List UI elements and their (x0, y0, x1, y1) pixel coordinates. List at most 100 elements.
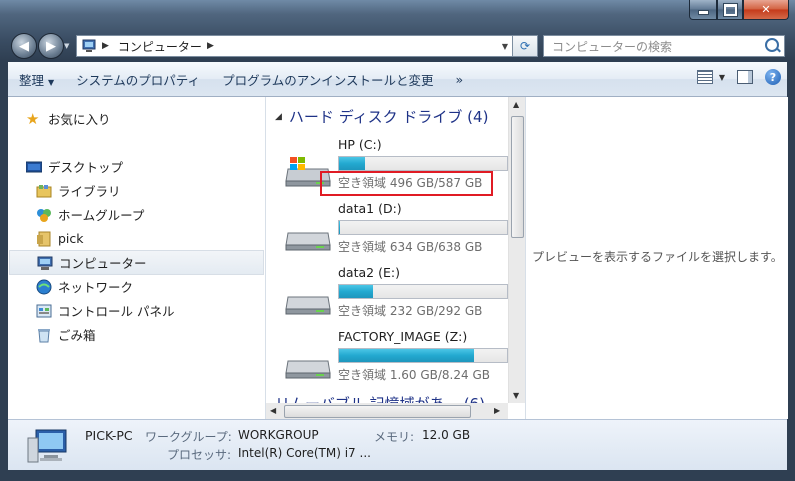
computer-icon (82, 39, 96, 52)
chevron-down-icon: ▼ (718, 72, 725, 82)
search-icon[interactable] (765, 38, 779, 52)
sidebar-item-label: ホームグループ (58, 208, 145, 223)
memory-value: 12.0 GB (422, 428, 471, 442)
usage-fill (339, 157, 366, 170)
drive-name: data1 (D:) (338, 201, 402, 216)
drive-usage-bar (338, 156, 508, 171)
user-folder-icon (36, 231, 52, 247)
sidebar-item-pick[interactable]: pick (36, 227, 256, 250)
hard-disk-group-header[interactable]: ◢ ハード ディスク ドライブ (4) (275, 106, 488, 127)
recycle-bin-icon (36, 327, 52, 343)
organize-menu[interactable]: 整理 ▼ (8, 70, 65, 89)
computer-icon (27, 429, 67, 463)
library-icon (36, 183, 52, 199)
address-dropdown-icon[interactable]: ▼ (502, 42, 508, 51)
breadcrumb-separator-icon[interactable]: ▶ (207, 41, 214, 51)
processor-value: Intel(R) Core(TM) i7 ... (238, 446, 371, 460)
view-options-icon (696, 70, 713, 84)
sidebar-item-library[interactable]: ライブラリ (36, 179, 256, 202)
back-button[interactable]: ◀ (11, 33, 37, 59)
minimize-button[interactable] (689, 0, 717, 20)
details-pane: PICK-PC ワークグループ: WORKGROUP メモリ: 12.0 GB … (8, 419, 787, 470)
breadcrumb-computer[interactable]: コンピューター (118, 38, 202, 55)
drive-z[interactable]: FACTORY_IMAGE (Z:) 空き領域 1.60 GB/8.24 GB (276, 329, 508, 393)
help-button[interactable]: ? (765, 69, 781, 85)
address-bar[interactable]: ▶ コンピューター ▶ ▼ (76, 35, 513, 57)
sidebar-item-control-panel[interactable]: コントロール パネル (36, 299, 256, 322)
scroll-down-icon[interactable]: ▼ (513, 391, 519, 400)
change-view-button[interactable]: ▼ (696, 70, 725, 84)
workgroup-label: ワークグループ: (145, 430, 232, 444)
back-arrow-icon: ◀ (19, 38, 29, 54)
refresh-button[interactable]: ⟳ (512, 35, 538, 57)
network-icon (36, 279, 52, 295)
collapse-icon[interactable]: ◢ (275, 112, 282, 122)
chevron-down-icon: ▼ (48, 77, 55, 87)
sidebar-item-desktop[interactable]: デスクトップ (25, 155, 256, 178)
drive-name: HP (C:) (338, 137, 382, 152)
control-panel-icon (36, 303, 52, 319)
drive-free-space: 空き領域 634 GB/638 GB (338, 240, 483, 254)
scroll-right-icon[interactable]: ▶ (494, 406, 500, 415)
search-placeholder: コンピューターの検索 (552, 39, 673, 54)
close-button[interactable]: ✕ (743, 0, 789, 20)
preview-pane: プレビューを表示するファイルを選択します。 (525, 97, 788, 419)
scroll-up-icon[interactable]: ▲ (513, 100, 519, 109)
sidebar-item-label: お気に入り (48, 112, 111, 127)
star-icon: ★ (26, 109, 40, 128)
computer-name: PICK-PC (85, 428, 133, 443)
help-icon: ? (769, 70, 777, 84)
drive-list-pane: ◢ ハード ディスク ドライブ (4) HP (C:) 空き領域 496 GB/… (266, 97, 525, 419)
drive-free-space: 空き領域 232 GB/292 GB (338, 304, 483, 318)
drive-e[interactable]: data2 (E:) 空き領域 232 GB/292 GB (276, 265, 508, 329)
uninstall-button[interactable]: プログラムのアンインストールと変更 (211, 70, 444, 89)
vertical-scrollbar[interactable]: ▲ ▼ (508, 97, 525, 403)
view-controls: ▼ ? (696, 69, 781, 85)
sidebar-item-label: デスクトップ (48, 160, 124, 175)
scroll-thumb[interactable] (511, 116, 524, 238)
drive-usage-bar (338, 348, 508, 363)
system-properties-button[interactable]: システムのプロパティ (65, 70, 211, 89)
sidebar-item-recycle-bin[interactable]: ごみ箱 (36, 323, 256, 346)
sidebar-item-network[interactable]: ネットワーク (36, 275, 256, 298)
computer-icon (37, 255, 53, 271)
drive-usage-bar (338, 220, 508, 235)
search-box[interactable]: コンピューターの検索 (543, 35, 785, 57)
memory-label: メモリ: (374, 430, 415, 444)
maximize-button[interactable] (717, 0, 743, 20)
refresh-icon: ⟳ (519, 39, 531, 53)
sidebar-item-label: ネットワーク (58, 280, 134, 295)
sidebar-item-computer[interactable]: コンピューター (9, 250, 264, 275)
content-area: ★ お気に入り デスクトップ ライブラリ ホームグループ pick コンピュータ… (8, 97, 788, 419)
annotation-highlight-box (320, 171, 493, 196)
drive-name: FACTORY_IMAGE (Z:) (338, 329, 468, 344)
scroll-left-icon[interactable]: ◀ (270, 406, 276, 415)
horizontal-scrollbar[interactable]: ◀ ▶ (266, 403, 508, 419)
explorer-window: ✕ ◀ ▶ ▼ ▶ コンピューター ▶ ▼ ⟳ コンピューターの検索 整理 ▼ シ… (0, 0, 795, 481)
preview-pane-toggle[interactable] (737, 70, 753, 84)
scroll-thumb[interactable] (284, 405, 471, 418)
sidebar-item-label: ごみ箱 (58, 328, 96, 343)
navigation-pane: ★ お気に入り デスクトップ ライブラリ ホームグループ pick コンピュータ… (8, 97, 266, 419)
sidebar-item-homegroup[interactable]: ホームグループ (36, 203, 256, 226)
caption-buttons: ✕ (689, 0, 789, 20)
workgroup-value: WORKGROUP (238, 428, 319, 442)
sidebar-item-label: コンピューター (59, 256, 147, 271)
homegroup-icon (36, 207, 52, 223)
drive-usage-bar (338, 284, 508, 299)
usage-fill (339, 221, 340, 234)
drive-name: data2 (E:) (338, 265, 400, 280)
forward-button[interactable]: ▶ (38, 33, 64, 59)
breadcrumb-separator-icon[interactable]: ▶ (102, 41, 109, 51)
group-title: ハード ディスク ドライブ (4) (288, 108, 489, 126)
processor-label: プロセッサ: (167, 448, 232, 462)
minimize-icon (697, 10, 709, 15)
drive-free-space: 空き領域 1.60 GB/8.24 GB (338, 368, 490, 382)
hard-drive-icon (285, 296, 331, 315)
recent-pages-chevron-icon[interactable]: ▼ (64, 42, 69, 50)
close-icon: ✕ (761, 3, 771, 16)
drive-d[interactable]: data1 (D:) 空き領域 634 GB/638 GB (276, 201, 508, 265)
maximize-icon (723, 3, 737, 16)
more-commands-button[interactable]: » (444, 72, 474, 87)
sidebar-item-favorites[interactable]: ★ お気に入り (26, 107, 256, 130)
